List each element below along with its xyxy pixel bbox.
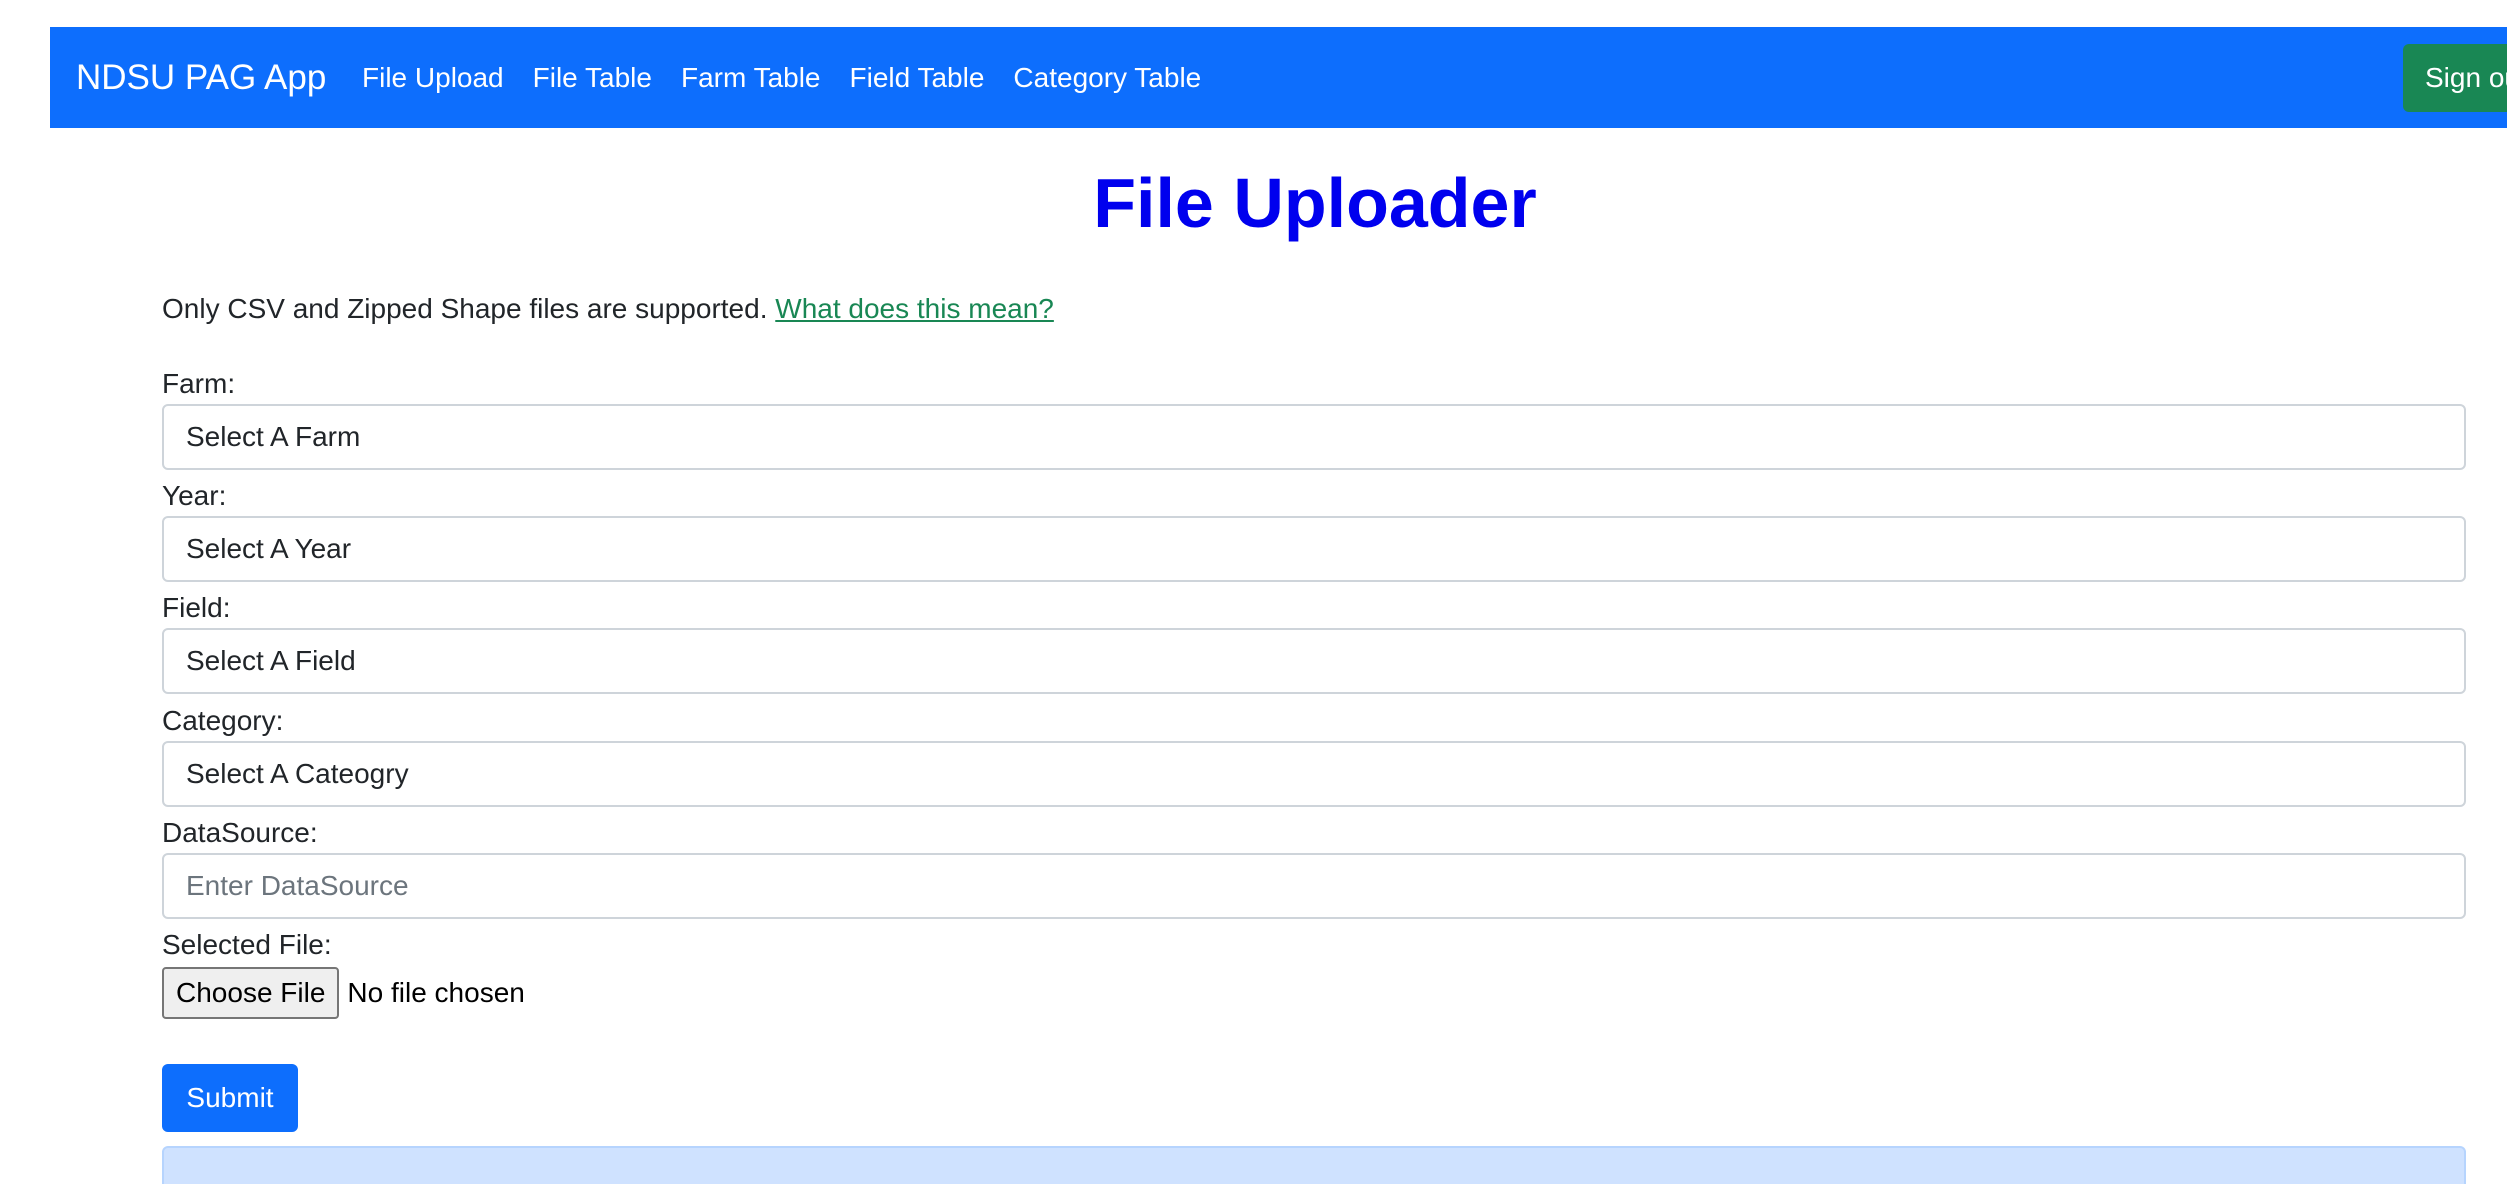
page: NDSU PAG App File Upload File Table Farm…: [0, 0, 2507, 1184]
category-select[interactable]: Select A Cateogry: [162, 741, 2466, 807]
datasource-input[interactable]: [162, 853, 2466, 919]
year-select[interactable]: Select A Year: [162, 516, 2466, 582]
sign-out-button[interactable]: Sign out: [2403, 44, 2507, 112]
file-picker: Choose File No file chosen: [162, 966, 525, 1020]
what-does-this-mean-link[interactable]: What does this mean?: [775, 293, 1054, 324]
info-alert: [162, 1146, 2466, 1184]
field-select[interactable]: Select A Field: [162, 628, 2466, 694]
nav-link-field-table[interactable]: Field Table: [850, 62, 985, 94]
supported-files-note: Only CSV and Zipped Shape files are supp…: [162, 293, 1054, 325]
farm-label: Farm:: [162, 368, 236, 399]
nav-link-file-upload[interactable]: File Upload: [362, 62, 504, 94]
nav-link-category-table[interactable]: Category Table: [1013, 62, 1201, 94]
datasource-label: DataSource:: [162, 817, 318, 848]
nav-link-farm-table[interactable]: Farm Table: [681, 62, 821, 94]
page-title: File Uploader: [1093, 164, 1537, 242]
navbar: NDSU PAG App File Upload File Table Farm…: [50, 27, 2507, 128]
year-label: Year:: [162, 480, 227, 511]
supported-files-text: Only CSV and Zipped Shape files are supp…: [162, 293, 776, 324]
choose-file-button[interactable]: Choose File: [162, 967, 340, 1019]
navbar-brand[interactable]: NDSU PAG App: [76, 27, 326, 128]
category-label: Category:: [162, 705, 284, 736]
submit-button[interactable]: Submit: [162, 1064, 298, 1132]
nav-links: File Upload File Table Farm Table Field …: [362, 27, 1230, 128]
farm-select[interactable]: Select A Farm: [162, 404, 2466, 470]
nav-link-file-table[interactable]: File Table: [533, 62, 652, 94]
selected-file-label: Selected File:: [162, 929, 332, 960]
field-label: Field:: [162, 592, 231, 623]
file-status-text: No file chosen: [347, 977, 525, 1008]
